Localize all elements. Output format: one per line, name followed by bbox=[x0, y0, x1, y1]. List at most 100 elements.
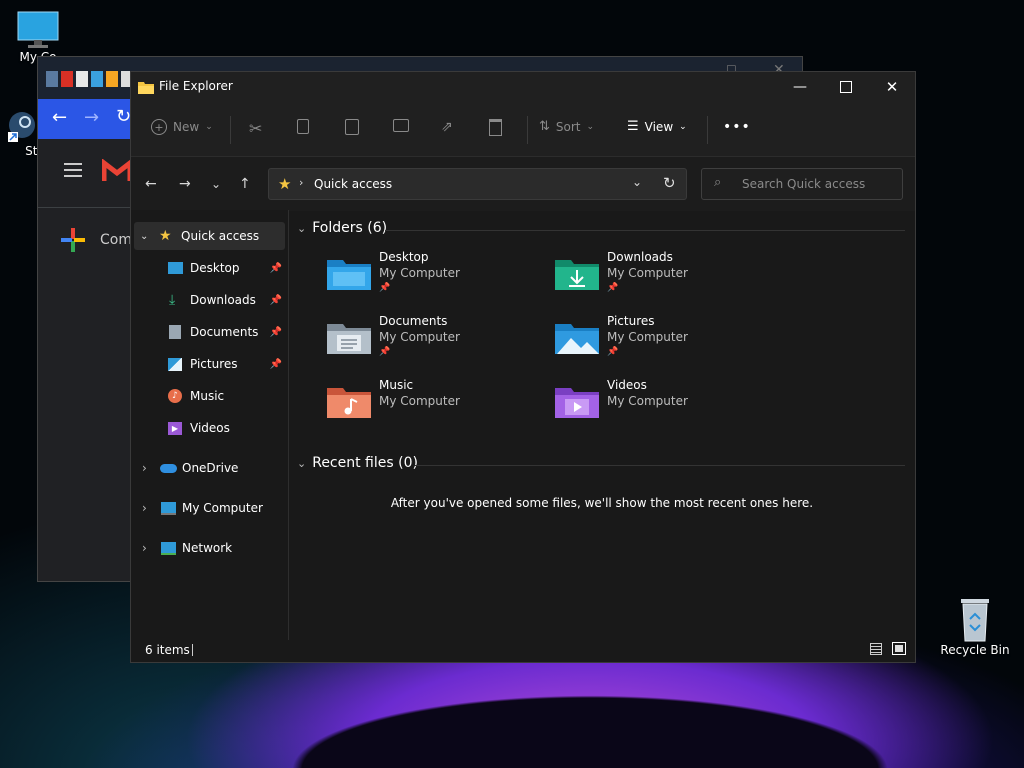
gmail-tab-icon[interactable] bbox=[61, 71, 73, 87]
file-explorer-window[interactable]: File Explorer — ✕ + New ⌄ ✂ ⇗ ⇅ Sort ⌄ ☰… bbox=[130, 71, 916, 663]
chevron-down-icon: ⌄ bbox=[211, 177, 222, 191]
rename-button[interactable] bbox=[393, 119, 409, 132]
tiles-view-icon[interactable] bbox=[892, 642, 906, 655]
cut-button[interactable]: ✂ bbox=[249, 119, 262, 138]
desktop-icon-label: Recycle Bin bbox=[940, 643, 1010, 657]
pin-icon[interactable]: 📌 bbox=[270, 263, 282, 274]
address-dropdown-icon[interactable]: ⌄ bbox=[632, 175, 642, 189]
sidebar-item-my-computer[interactable]: › My Computer bbox=[131, 494, 286, 522]
folders-section-header[interactable]: ⌄ Folders (6) bbox=[297, 220, 387, 236]
sidebar-item-documents[interactable]: Documents 📌 bbox=[131, 318, 286, 346]
view-button[interactable]: ☰ View ⌄ bbox=[627, 119, 687, 134]
compose-label: Com bbox=[100, 232, 132, 248]
videos-folder-icon bbox=[555, 388, 599, 418]
folder-tile-documents[interactable]: Documents My Computer 📌 bbox=[291, 314, 491, 370]
close-button[interactable]: ✕ bbox=[869, 72, 915, 102]
details-view-icon[interactable] bbox=[870, 643, 882, 655]
recent-files-section-header[interactable]: ⌄ Recent files (0) bbox=[297, 455, 418, 471]
desktop-folder-icon bbox=[168, 262, 183, 274]
back-arrow-icon[interactable]: ← bbox=[52, 107, 67, 128]
desktop-folder-icon bbox=[327, 260, 371, 290]
sidebar-item-pictures[interactable]: Pictures 📌 bbox=[131, 350, 286, 378]
pin-icon[interactable]: 📌 bbox=[270, 359, 282, 370]
minimize-icon: — bbox=[793, 79, 807, 95]
toolbar-divider bbox=[707, 116, 708, 144]
folder-tile-desktop[interactable]: Desktop My Computer 📌 bbox=[291, 250, 491, 306]
chevron-right-icon: › bbox=[142, 501, 147, 515]
sidebar-item-label: Music bbox=[190, 389, 225, 403]
folder-name: Desktop bbox=[379, 250, 429, 264]
documents-folder-icon bbox=[327, 324, 371, 354]
chevron-down-icon: ⌄ bbox=[586, 121, 595, 132]
search-icon: ⌕ bbox=[714, 175, 722, 190]
sidebar-item-videos[interactable]: ▶ Videos bbox=[131, 414, 286, 442]
folder-name: Documents bbox=[379, 314, 448, 328]
reload-icon[interactable]: ↻ bbox=[116, 106, 131, 127]
toolbar-divider bbox=[230, 116, 231, 144]
pin-icon: 📌 bbox=[379, 283, 391, 293]
search-input[interactable]: Search Quick access bbox=[742, 177, 865, 191]
sidebar-item-network[interactable]: › Network bbox=[131, 534, 286, 562]
chevron-right-icon: › bbox=[142, 461, 147, 475]
folder-tile-videos[interactable]: Videos My Computer bbox=[519, 378, 719, 434]
sidebar-item-downloads[interactable]: ⤓ Downloads 📌 bbox=[131, 286, 286, 314]
folder-tile-pictures[interactable]: Pictures My Computer 📌 bbox=[519, 314, 719, 370]
music-folder-icon bbox=[327, 388, 371, 418]
minimize-button[interactable]: — bbox=[777, 72, 823, 102]
compose-button[interactable]: Com bbox=[60, 227, 132, 253]
refresh-icon[interactable]: ↻ bbox=[663, 174, 676, 192]
new-label: New bbox=[173, 120, 200, 134]
tab-icon[interactable] bbox=[91, 71, 103, 87]
chevron-down-icon: ⌄ bbox=[679, 121, 687, 132]
chevron-down-icon: ⌄ bbox=[297, 456, 307, 470]
forward-button[interactable]: → bbox=[179, 176, 191, 192]
folder-location: My Computer bbox=[379, 394, 460, 408]
chevron-down-icon: ⌄ bbox=[205, 122, 213, 132]
sidebar-item-label: Network bbox=[182, 541, 233, 555]
address-bar[interactable]: ★ › Quick access ⌄ ↻ bbox=[268, 168, 687, 200]
status-bar: 6 items bbox=[131, 640, 915, 662]
steam-icon bbox=[8, 112, 35, 142]
recycle-bin-icon bbox=[961, 599, 989, 642]
monitor-icon bbox=[17, 11, 59, 48]
paste-button[interactable] bbox=[345, 119, 359, 135]
pin-icon: 📌 bbox=[607, 347, 619, 357]
view-list-icon: ☰ bbox=[627, 119, 639, 134]
folder-tile-music[interactable]: Music My Computer bbox=[291, 378, 491, 434]
steam-tab-icon[interactable] bbox=[46, 71, 58, 87]
folder-tile-downloads[interactable]: Downloads My Computer 📌 bbox=[519, 250, 719, 306]
chrome-tab-icon[interactable] bbox=[76, 71, 88, 87]
pin-icon[interactable]: 📌 bbox=[270, 295, 282, 306]
sort-button[interactable]: ⇅ Sort ⌄ bbox=[539, 119, 594, 134]
tab-icon[interactable] bbox=[106, 71, 118, 87]
delete-button[interactable] bbox=[489, 119, 502, 136]
desktop-icon-recycle-bin[interactable]: Recycle Bin bbox=[937, 597, 1013, 657]
title-bar[interactable]: File Explorer — ✕ bbox=[131, 72, 915, 102]
hamburger-menu-icon[interactable] bbox=[64, 163, 82, 177]
copy-button[interactable] bbox=[297, 119, 309, 134]
pin-icon: 📌 bbox=[379, 347, 391, 357]
pin-icon[interactable]: 📌 bbox=[270, 327, 282, 338]
sidebar-item-music[interactable]: ♪ Music bbox=[131, 382, 286, 410]
forward-arrow-icon[interactable]: → bbox=[84, 107, 99, 128]
sidebar-item-desktop[interactable]: Desktop 📌 bbox=[131, 254, 286, 282]
recent-locations-button[interactable]: ⌄ bbox=[211, 177, 221, 191]
folder-name: Downloads bbox=[607, 250, 673, 264]
view-label: View bbox=[644, 119, 674, 134]
music-note-icon: ♪ bbox=[168, 389, 182, 403]
back-button[interactable]: ← bbox=[145, 176, 157, 192]
new-button[interactable]: + New ⌄ bbox=[151, 119, 213, 135]
search-box[interactable]: ⌕ Search Quick access bbox=[701, 168, 903, 200]
share-button[interactable]: ⇗ bbox=[441, 119, 453, 135]
folder-location: My Computer bbox=[607, 266, 688, 280]
chevron-right-icon: › bbox=[299, 176, 304, 189]
recent-files-empty-message: After you've opened some files, we'll sh… bbox=[390, 496, 814, 510]
plus-circle-icon: + bbox=[151, 119, 167, 135]
up-button[interactable]: ↑ bbox=[239, 176, 251, 192]
sidebar-item-quick-access[interactable]: ⌄ ★ Quick access bbox=[134, 222, 285, 250]
sidebar-item-onedrive[interactable]: › OneDrive bbox=[131, 454, 286, 482]
maximize-button[interactable] bbox=[823, 72, 869, 102]
more-options-button[interactable]: ••• bbox=[723, 119, 751, 135]
folders-section-title: Folders (6) bbox=[312, 220, 388, 236]
status-divider bbox=[192, 644, 193, 656]
